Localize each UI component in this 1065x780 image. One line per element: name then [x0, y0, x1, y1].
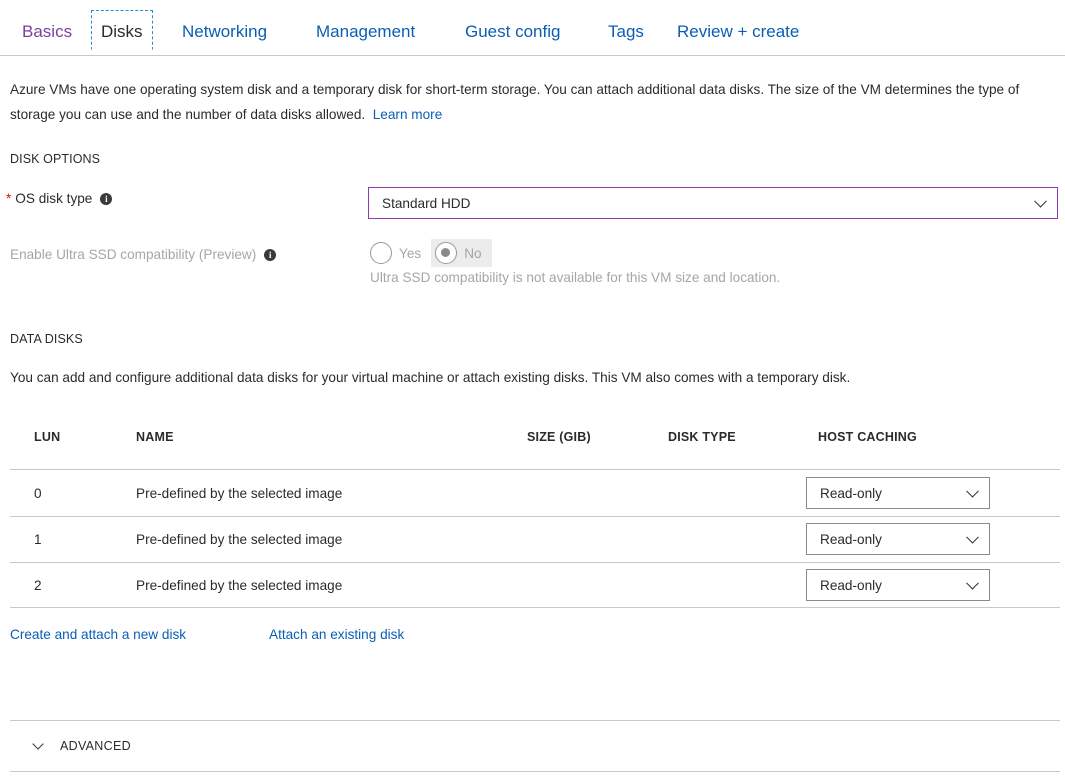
os-disk-type-select[interactable]: Standard HDD: [368, 187, 1058, 219]
chevron-down-icon: [966, 484, 979, 498]
intro-text: Azure VMs have one operating system disk…: [10, 77, 1060, 127]
intro-description: Azure VMs have one operating system disk…: [10, 82, 1020, 122]
learn-more-link[interactable]: Learn more: [373, 107, 443, 122]
host-caching-select[interactable]: Read-only: [806, 523, 990, 555]
tab-review-create[interactable]: Review + create: [677, 22, 799, 42]
ultra-ssd-label-text: Enable Ultra SSD compatibility (Preview): [10, 247, 257, 262]
advanced-section-toggle[interactable]: ADVANCED: [10, 720, 1060, 772]
data-disks-description: You can add and configure additional dat…: [10, 370, 851, 385]
data-disks-heading: DATA DISKS: [10, 332, 83, 346]
chevron-down-icon: [966, 576, 979, 590]
tab-networking[interactable]: Networking: [182, 22, 267, 42]
lun-cell: 0: [34, 485, 42, 501]
tab-tags[interactable]: Tags: [608, 22, 644, 42]
required-asterisk: *: [6, 191, 12, 206]
name-cell: Pre-defined by the selected image: [136, 531, 343, 547]
os-disk-type-label-text: OS disk type: [15, 191, 93, 206]
table-row: 2 Pre-defined by the selected image Read…: [0, 562, 1060, 608]
ultra-ssd-yes-label: Yes: [399, 245, 422, 261]
column-header-name: NAME: [136, 430, 174, 444]
column-header-lun: LUN: [34, 430, 61, 444]
lun-cell: 1: [34, 531, 42, 547]
radio-checked-icon: [435, 242, 458, 264]
ultra-ssd-hint: Ultra SSD compatibility is not available…: [370, 270, 781, 285]
table-row: 1 Pre-defined by the selected image Read…: [0, 516, 1060, 562]
ultra-ssd-no-option[interactable]: No: [431, 239, 492, 267]
chevron-down-icon: [966, 530, 979, 544]
host-caching-value: Read-only: [820, 577, 882, 593]
tab-guest-config[interactable]: Guest config: [465, 22, 560, 42]
info-icon[interactable]: i: [100, 192, 113, 205]
table-row: 0 Pre-defined by the selected image Read…: [0, 470, 1060, 516]
ultra-ssd-yes-option[interactable]: Yes: [370, 239, 431, 267]
disk-options-heading: DISK OPTIONS: [10, 152, 101, 166]
column-header-disk-type: DISK TYPE: [668, 430, 736, 444]
column-header-host-caching: HOST CACHING: [818, 430, 917, 444]
create-new-disk-link[interactable]: Create and attach a new disk: [10, 627, 186, 642]
os-disk-type-value: Standard HDD: [382, 195, 471, 211]
info-icon[interactable]: i: [264, 248, 277, 261]
tab-disks[interactable]: Disks: [91, 10, 153, 50]
radio-unchecked-icon: [370, 242, 392, 264]
os-disk-type-label: * OS disk type i: [6, 191, 113, 206]
chevron-down-icon: [1034, 194, 1047, 208]
host-caching-select[interactable]: Read-only: [806, 477, 990, 509]
lun-cell: 2: [34, 577, 42, 593]
host-caching-value: Read-only: [820, 531, 882, 547]
advanced-label: ADVANCED: [60, 739, 131, 753]
column-header-size: SIZE (GIB): [527, 430, 591, 444]
host-caching-select[interactable]: Read-only: [806, 569, 990, 601]
name-cell: Pre-defined by the selected image: [136, 577, 343, 593]
table-divider: [10, 607, 1060, 608]
wizard-tabs: Basics Disks Networking Management Guest…: [0, 0, 1065, 56]
tab-basics[interactable]: Basics: [22, 22, 72, 42]
chevron-down-icon: [32, 738, 44, 750]
ultra-ssd-label: Enable Ultra SSD compatibility (Preview)…: [10, 247, 277, 262]
tab-management[interactable]: Management: [316, 22, 415, 42]
host-caching-value: Read-only: [820, 485, 882, 501]
ultra-ssd-no-label: No: [464, 245, 482, 261]
name-cell: Pre-defined by the selected image: [136, 485, 343, 501]
ultra-ssd-radio-group: Yes No: [370, 239, 518, 267]
attach-existing-disk-link[interactable]: Attach an existing disk: [269, 627, 404, 642]
